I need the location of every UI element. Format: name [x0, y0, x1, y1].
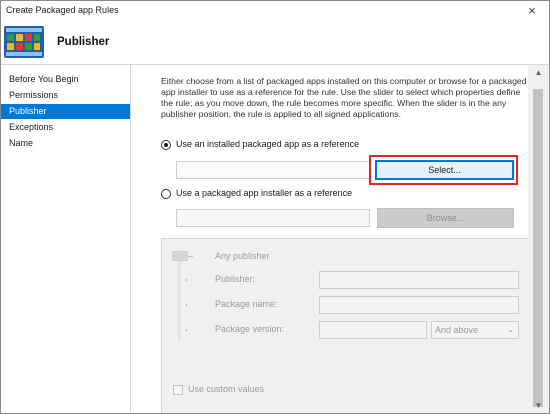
package-version-field[interactable] — [319, 321, 427, 339]
select-button[interactable]: Select... — [375, 160, 514, 180]
package-name-field[interactable] — [319, 296, 519, 314]
main-content: Either choose from a list of packaged ap… — [132, 65, 528, 413]
version-qualifier-value: And above — [435, 325, 479, 335]
scroll-up-icon[interactable]: ▲ — [528, 65, 549, 81]
window-title: Create Packaged app Rules — [6, 5, 119, 15]
installed-app-radio[interactable] — [161, 140, 171, 150]
close-icon[interactable]: × — [523, 2, 541, 20]
sidebar-item-before-you-begin[interactable]: Before You Begin — [1, 72, 130, 87]
vertical-scrollbar[interactable]: ▲ ▼ — [528, 65, 549, 413]
sidebar-item-exceptions[interactable]: Exceptions — [1, 120, 130, 135]
package-version-label: Package version: — [215, 324, 285, 334]
sidebar-item-name[interactable]: Name — [1, 136, 130, 151]
publisher-field[interactable] — [319, 271, 519, 289]
installer-radio[interactable] — [161, 189, 171, 199]
use-custom-values-label: Use custom values — [188, 384, 265, 394]
version-qualifier-select[interactable]: And above ⌄ — [431, 321, 519, 339]
sidebar-item-publisher[interactable]: Publisher — [1, 104, 130, 119]
installed-app-reference-field[interactable] — [176, 161, 370, 179]
use-custom-values-checkbox[interactable] — [173, 385, 183, 395]
sidebar-item-permissions[interactable]: Permissions — [1, 88, 130, 103]
browse-button[interactable]: Browse... — [377, 208, 514, 228]
wizard-sidebar: Before You Begin Permissions Publisher E… — [1, 65, 131, 413]
page-title: Publisher — [57, 36, 110, 48]
rule-properties-group: Any publisher Publisher: Package name: P… — [161, 238, 528, 413]
slider-thumb[interactable] — [172, 251, 188, 261]
installed-app-label: Use an installed packaged app as a refer… — [176, 139, 360, 149]
scroll-down-icon[interactable]: ▼ — [528, 398, 549, 413]
page-header: Publisher — [1, 23, 549, 63]
description-text: Either choose from a list of packaged ap… — [161, 76, 527, 120]
slider-tick — [186, 304, 187, 306]
installer-label: Use a packaged app installer as a refere… — [176, 188, 353, 198]
any-publisher-label: Any publisher — [215, 251, 270, 261]
slider-tick — [186, 279, 187, 281]
slider-tick — [186, 329, 187, 331]
scrollbar-thumb[interactable] — [533, 89, 543, 407]
app-tiles-icon — [4, 26, 44, 58]
installer-reference-field[interactable] — [176, 209, 370, 227]
create-packaged-app-rules-window: Create Packaged app Rules × Publisher Be… — [0, 0, 550, 414]
installer-option[interactable]: Use a packaged app installer as a refere… — [161, 188, 391, 202]
installed-app-option[interactable]: Use an installed packaged app as a refer… — [161, 139, 391, 153]
title-bar: Create Packaged app Rules × — [1, 1, 549, 23]
publisher-label: Publisher: — [215, 274, 256, 284]
chevron-down-icon: ⌄ — [507, 325, 514, 334]
package-name-label: Package name: — [215, 299, 278, 309]
slider-track[interactable] — [178, 254, 181, 341]
